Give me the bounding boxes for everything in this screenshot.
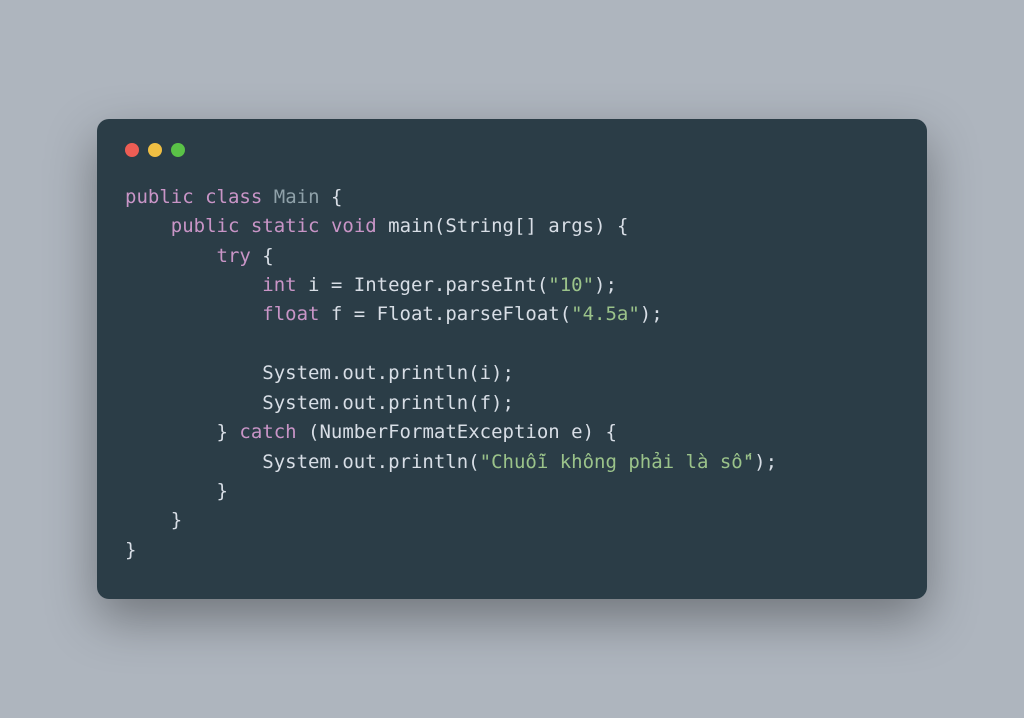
maximize-icon[interactable] [171, 143, 185, 157]
code-text: f = Float.parseFloat( [319, 303, 571, 325]
keyword: float [262, 303, 319, 325]
code-text: { [320, 186, 343, 208]
keyword: try [217, 245, 251, 267]
close-icon[interactable] [125, 143, 139, 157]
code-text: System.out.println(i); [262, 362, 514, 384]
code-text: ); [594, 274, 617, 296]
code-text: } [217, 480, 228, 502]
code-text: } [217, 421, 240, 443]
code-text [125, 509, 171, 531]
code-text: ); [754, 451, 777, 473]
code-text [125, 274, 262, 296]
code-window: public class Main { public static void m… [97, 119, 927, 600]
code-text [125, 421, 217, 443]
code-text: i = Integer.parseInt( [297, 274, 549, 296]
code-text: } [125, 539, 136, 561]
keyword: catch [239, 421, 296, 443]
code-text: (NumberFormatException e) { [297, 421, 617, 443]
code-text: { [251, 245, 274, 267]
keyword: public [125, 186, 194, 208]
keyword: void [331, 215, 377, 237]
code-text: main [377, 215, 434, 237]
code-text [125, 303, 262, 325]
keyword: static [251, 215, 320, 237]
code-text [125, 215, 171, 237]
code-text [125, 451, 262, 473]
code-text: System.out.println( [262, 451, 479, 473]
class-name: Main [274, 186, 320, 208]
keyword: int [262, 274, 296, 296]
code-block: public class Main { public static void m… [125, 183, 899, 566]
code-text: ); [640, 303, 663, 325]
code-text [125, 392, 262, 414]
string-literal: "4.5a" [571, 303, 640, 325]
code-text [125, 245, 217, 267]
string-literal: "10" [548, 274, 594, 296]
keyword: class [205, 186, 262, 208]
minimize-icon[interactable] [148, 143, 162, 157]
code-text: } [171, 509, 182, 531]
code-text [125, 362, 262, 384]
window-titlebar [125, 139, 899, 183]
code-text: System.out.println(f); [262, 392, 514, 414]
string-literal: "Chuỗi không phải là số" [480, 451, 755, 473]
keyword: public [171, 215, 240, 237]
code-text [125, 480, 217, 502]
code-text: (String[] args) { [434, 215, 628, 237]
